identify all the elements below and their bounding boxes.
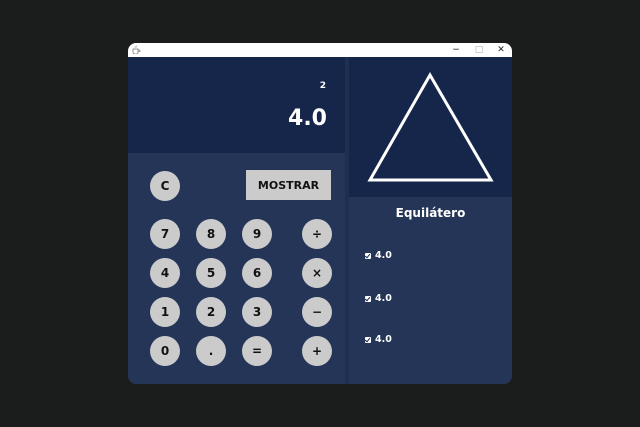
subtract-button[interactable]: − bbox=[302, 297, 332, 327]
triangle-type-label: Equilátero bbox=[395, 206, 466, 220]
expression-text: 2 bbox=[319, 81, 326, 91]
minimize-button[interactable]: − bbox=[445, 43, 467, 57]
digit-2-button[interactable]: 2 bbox=[196, 297, 226, 327]
digit-0-button[interactable]: 0 bbox=[150, 336, 180, 366]
digit-1-button[interactable]: 1 bbox=[150, 297, 180, 327]
side-a-value: 4.0 bbox=[375, 250, 392, 261]
result-text: 4.0 bbox=[288, 106, 327, 131]
decimal-button[interactable]: . bbox=[196, 336, 226, 366]
digit-9-button[interactable]: 9 bbox=[242, 219, 272, 249]
side-c-value: 4.0 bbox=[375, 334, 392, 345]
checkbox-icon bbox=[365, 336, 371, 343]
close-button[interactable]: ✕ bbox=[490, 43, 512, 57]
digit-4-button[interactable]: 4 bbox=[150, 258, 180, 288]
add-button[interactable]: + bbox=[302, 336, 332, 366]
multiply-button[interactable]: × bbox=[302, 258, 332, 288]
checkbox-icon bbox=[365, 295, 371, 302]
side-a-item: 4.0 bbox=[365, 250, 392, 261]
equals-button[interactable]: = bbox=[242, 336, 272, 366]
calculator-window: − □ ✕ 2 4.0 Equilátero 4.0 4.0 4.0 C MOS… bbox=[128, 43, 512, 384]
java-cup-icon bbox=[132, 45, 141, 54]
digit-6-button[interactable]: 6 bbox=[242, 258, 272, 288]
triangle-canvas bbox=[349, 57, 512, 197]
show-button[interactable]: MOSTRAR bbox=[246, 170, 331, 200]
clear-button[interactable]: C bbox=[150, 171, 180, 201]
divide-button[interactable]: ÷ bbox=[302, 219, 332, 249]
maximize-button[interactable]: □ bbox=[468, 43, 490, 57]
title-bar[interactable]: − □ ✕ bbox=[128, 43, 512, 57]
digit-8-button[interactable]: 8 bbox=[196, 219, 226, 249]
digit-7-button[interactable]: 7 bbox=[150, 219, 180, 249]
checkbox-icon bbox=[365, 252, 371, 259]
digit-5-button[interactable]: 5 bbox=[196, 258, 226, 288]
side-b-item: 4.0 bbox=[365, 293, 392, 304]
side-c-item: 4.0 bbox=[365, 334, 392, 345]
calculator-display: 2 4.0 bbox=[128, 57, 345, 153]
side-b-value: 4.0 bbox=[375, 293, 392, 304]
digit-3-button[interactable]: 3 bbox=[242, 297, 272, 327]
triangle-icon bbox=[367, 71, 494, 182]
